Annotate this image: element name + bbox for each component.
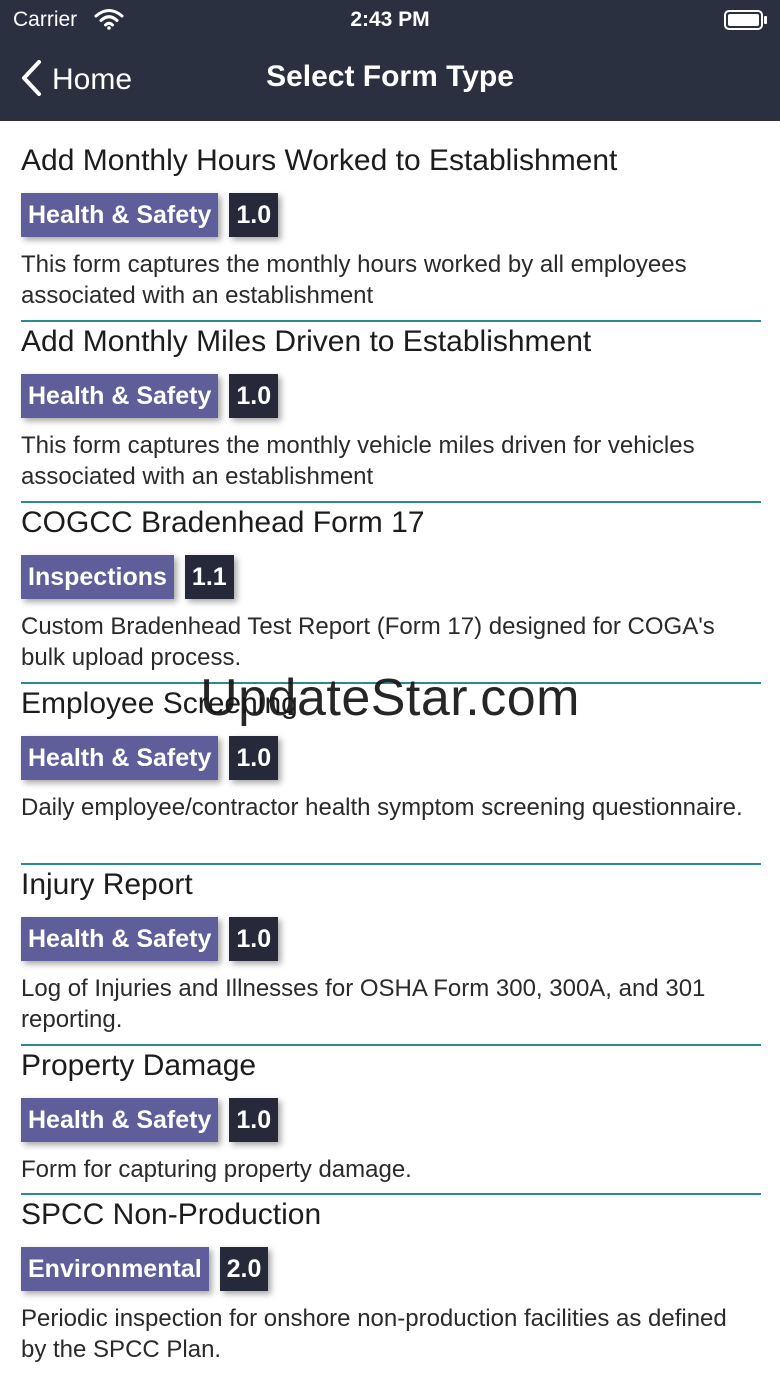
form-description: Form for capturing property damage.: [21, 1156, 412, 1183]
form-title: Property Damage: [21, 1049, 257, 1082]
list-separator: [21, 863, 761, 865]
form-description: Daily employee/contractor health symptom…: [21, 794, 743, 821]
badge-row: Health & Safety 1.0: [21, 1098, 761, 1142]
list-item[interactable]: COGCC Bradenhead Form 17 Inspections 1.1…: [21, 505, 761, 673]
badge-row: Health & Safety 1.0: [21, 374, 761, 418]
category-badge: Health & Safety: [21, 193, 219, 237]
form-title: Add Monthly Hours Worked to Establishmen…: [21, 144, 618, 177]
list-item[interactable]: Employee Screening Health & Safety 1.0 D…: [21, 686, 761, 823]
list-item[interactable]: Injury Report Health & Safety 1.0 Log of…: [21, 867, 761, 1035]
nav-header: Home Select Form Type: [0, 46, 780, 114]
status-bar: Carrier 2:43 PM: [0, 0, 780, 40]
badge-row: Inspections 1.1: [21, 555, 761, 599]
list-item[interactable]: Add Monthly Hours Worked to Establishmen…: [21, 143, 761, 311]
form-title: Injury Report: [21, 868, 193, 901]
list-separator: [21, 501, 761, 503]
form-description: Log of Injuries and Illnesses for OSHA F…: [21, 975, 706, 1033]
form-description: This form captures the monthly vehicle m…: [21, 432, 695, 490]
form-description: This form captures the monthly hours wor…: [21, 251, 687, 309]
status-time: 2:43 PM: [350, 8, 430, 31]
form-title: SPCC Non-Production: [21, 1198, 322, 1231]
form-title: COGCC Bradenhead Form 17: [21, 506, 425, 539]
version-badge: 1.0: [229, 917, 279, 961]
category-badge: Health & Safety: [21, 917, 219, 961]
list-separator: [21, 682, 761, 684]
category-badge: Environmental: [21, 1247, 209, 1291]
version-badge: 1.1: [184, 555, 234, 599]
category-badge: Health & Safety: [21, 374, 219, 418]
badge-row: Health & Safety 1.0: [21, 193, 761, 237]
battery-icon: [724, 10, 768, 35]
form-description: Custom Bradenhead Test Report (Form 17) …: [21, 613, 715, 671]
form-description: Periodic inspection for onshore non-prod…: [21, 1305, 727, 1363]
list-separator: [21, 320, 761, 322]
navigation-bar: Carrier 2:43 PM Home Select Form Type: [0, 0, 780, 121]
list-item[interactable]: Property Damage Health & Safety 1.0 Form…: [21, 1048, 761, 1185]
version-badge: 1.0: [229, 1098, 279, 1142]
version-badge: 1.0: [229, 736, 279, 780]
badge-row: Health & Safety 1.0: [21, 736, 761, 780]
category-badge: Inspections: [21, 555, 174, 599]
form-title: Employee Screening: [21, 687, 298, 720]
list-separator: [21, 1044, 761, 1046]
list-item[interactable]: Add Monthly Miles Driven to Establishmen…: [21, 324, 761, 492]
page-title: Select Form Type: [266, 60, 514, 93]
version-badge: 1.0: [229, 193, 279, 237]
category-badge: Health & Safety: [21, 1098, 219, 1142]
category-badge: Health & Safety: [21, 736, 219, 780]
form-title: Add Monthly Miles Driven to Establishmen…: [21, 325, 592, 358]
version-badge: 1.0: [229, 374, 279, 418]
badge-row: Health & Safety 1.0: [21, 917, 761, 961]
version-badge: 2.0: [219, 1247, 269, 1291]
badge-row: Environmental 2.0: [21, 1247, 761, 1291]
list-item[interactable]: SPCC Non-Production Environmental 2.0 Pe…: [21, 1197, 761, 1365]
list-separator: [21, 1193, 761, 1195]
